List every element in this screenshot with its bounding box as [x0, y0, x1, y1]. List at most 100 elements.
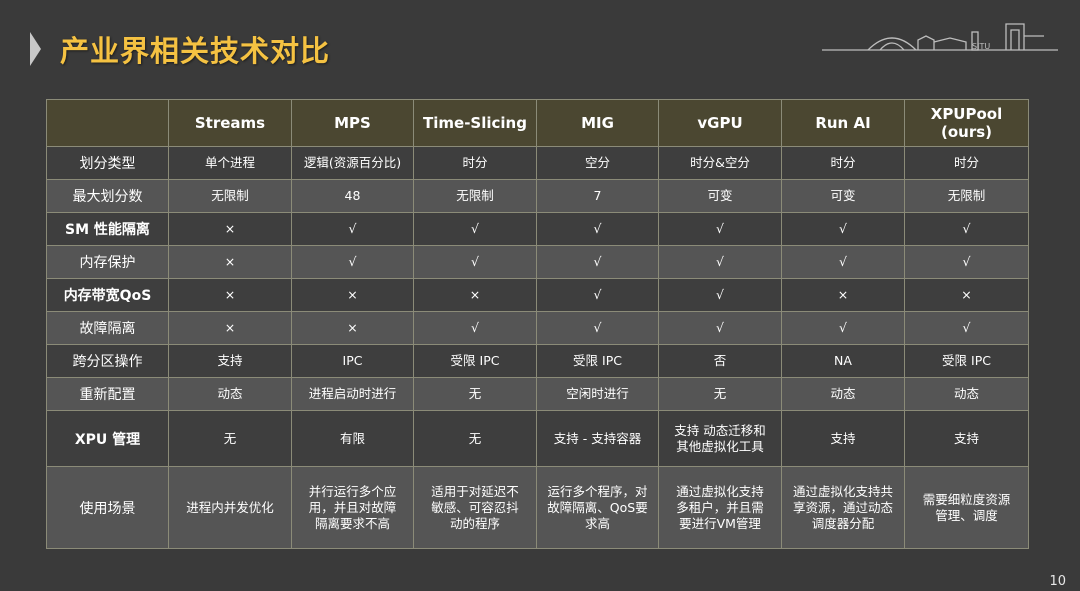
- table-cell: 支持: [168, 344, 292, 378]
- table-cell: ×: [781, 278, 905, 312]
- table-cell: ×: [168, 278, 292, 312]
- table-cell: 7: [536, 179, 659, 213]
- header-corner: [46, 99, 169, 147]
- row-label: SM 性能隔离: [46, 212, 169, 246]
- table-cell: √: [536, 278, 659, 312]
- table-cell: 可变: [781, 179, 905, 213]
- table-cell: ×: [168, 245, 292, 279]
- table-cell: 空分: [536, 146, 659, 180]
- table-cell: 通过虚拟化支持共享资源，通过动态调度器分配: [781, 466, 905, 549]
- header-run-ai: Run AI: [781, 99, 905, 147]
- table-row: 划分类型 单个进程 逻辑(资源百分比) 时分 空分 时分&空分 时分 时分: [46, 146, 1029, 180]
- table-cell: ×: [168, 212, 292, 246]
- table-row: 内存保护 × √ √ √ √ √ √: [46, 245, 1029, 279]
- table-cell: 时分: [781, 146, 905, 180]
- table-cell: 有限: [291, 410, 414, 467]
- header-mig: MIG: [536, 99, 659, 147]
- table-cell: √: [413, 311, 537, 345]
- table-cell: √: [413, 245, 537, 279]
- table-cell: 单个进程: [168, 146, 292, 180]
- table-cell-ours: 受限 IPC: [904, 344, 1029, 378]
- row-label: 跨分区操作: [46, 344, 169, 378]
- table-row: 故障隔离 × × √ √ √ √ √: [46, 311, 1029, 345]
- table-cell: 可变: [658, 179, 782, 213]
- row-label: 内存带宽QoS: [46, 278, 169, 312]
- table-cell-ours: ×: [904, 278, 1029, 312]
- table-cell: 受限 IPC: [413, 344, 537, 378]
- table-cell: √: [291, 245, 414, 279]
- row-label: XPU 管理: [46, 410, 169, 467]
- table-cell: 通过虚拟化支持多租户，并且需要进行VM管理: [658, 466, 782, 549]
- table-cell: 动态: [168, 377, 292, 411]
- header-time-slicing: Time-Slicing: [413, 99, 537, 147]
- table-cell: IPC: [291, 344, 414, 378]
- table-cell-ours: √: [904, 245, 1029, 279]
- header-vgpu: vGPU: [658, 99, 782, 147]
- row-label: 划分类型: [46, 146, 169, 180]
- table-cell-ours: 需要细粒度资源管理、调度: [904, 466, 1029, 549]
- table-cell: √: [291, 212, 414, 246]
- table-cell: √: [781, 212, 905, 246]
- table-cell: 受限 IPC: [536, 344, 659, 378]
- table-header-row: Streams MPS Time-Slicing MIG vGPU Run AI…: [46, 99, 1029, 147]
- table-cell: 并行运行多个应用，并且对故障隔离要求不高: [291, 466, 414, 549]
- table-cell: 时分: [413, 146, 537, 180]
- table-cell: ×: [168, 311, 292, 345]
- table-row: 内存带宽QoS × × × √ √ × ×: [46, 278, 1029, 312]
- table-cell: 适用于对延迟不敏感、可容忍抖动的程序: [413, 466, 537, 549]
- table-cell: 支持: [781, 410, 905, 467]
- row-label: 使用场景: [46, 466, 169, 549]
- table-cell: 运行多个程序，对故障隔离、QoS要求高: [536, 466, 659, 549]
- table-cell-ours: √: [904, 212, 1029, 246]
- table-row: SM 性能隔离 × √ √ √ √ √ √: [46, 212, 1029, 246]
- title-chevron-icon: [30, 32, 41, 66]
- table-row: XPU 管理 无 有限 无 支持 - 支持容器 支持 动态迁移和其他虚拟化工具 …: [46, 410, 1029, 467]
- table-cell: ×: [413, 278, 537, 312]
- row-label: 故障隔离: [46, 311, 169, 345]
- row-label: 最大划分数: [46, 179, 169, 213]
- table-cell-ours: 动态: [904, 377, 1029, 411]
- table-cell: 无: [413, 377, 537, 411]
- table-cell: 无限制: [413, 179, 537, 213]
- table-cell: √: [536, 311, 659, 345]
- header-mps: MPS: [291, 99, 414, 147]
- row-label: 重新配置: [46, 377, 169, 411]
- table-cell: NA: [781, 344, 905, 378]
- table-cell: 进程启动时进行: [291, 377, 414, 411]
- row-label: 内存保护: [46, 245, 169, 279]
- table-cell: √: [781, 311, 905, 345]
- table-cell-ours: √: [904, 311, 1029, 345]
- table-cell: 无: [658, 377, 782, 411]
- table-cell: √: [536, 245, 659, 279]
- table-cell: 支持 动态迁移和其他虚拟化工具: [658, 410, 782, 467]
- table-cell: ×: [291, 278, 414, 312]
- header-streams: Streams: [168, 99, 292, 147]
- table-cell: 支持 - 支持容器: [536, 410, 659, 467]
- table-cell: 进程内并发优化: [168, 466, 292, 549]
- svg-text:SJTU: SJTU: [972, 42, 990, 51]
- table-cell: 否: [658, 344, 782, 378]
- comparison-table: Streams MPS Time-Slicing MIG vGPU Run AI…: [46, 99, 1029, 549]
- table-cell-ours: 支持: [904, 410, 1029, 467]
- table-row: 跨分区操作 支持 IPC 受限 IPC 受限 IPC 否 NA 受限 IPC: [46, 344, 1029, 378]
- table-cell: √: [658, 245, 782, 279]
- page-number: 10: [1049, 574, 1066, 589]
- table-cell: √: [781, 245, 905, 279]
- header-xpupool: XPUPool (ours): [904, 99, 1029, 147]
- table-cell: 无限制: [168, 179, 292, 213]
- table-cell-ours: 时分: [904, 146, 1029, 180]
- page-title: 产业界相关技术对比: [60, 34, 331, 68]
- table-cell: 时分&空分: [658, 146, 782, 180]
- sjtu-logo: SJTU: [822, 23, 1058, 51]
- table-cell: 空闲时进行: [536, 377, 659, 411]
- table-cell: 动态: [781, 377, 905, 411]
- table-cell: 48: [291, 179, 414, 213]
- table-cell: √: [658, 311, 782, 345]
- table-cell-ours: 无限制: [904, 179, 1029, 213]
- table-cell: 逻辑(资源百分比): [291, 146, 414, 180]
- table-row: 重新配置 动态 进程启动时进行 无 空闲时进行 无 动态 动态: [46, 377, 1029, 411]
- table-cell: √: [413, 212, 537, 246]
- table-row: 最大划分数 无限制 48 无限制 7 可变 可变 无限制: [46, 179, 1029, 213]
- table-row: 使用场景 进程内并发优化 并行运行多个应用，并且对故障隔离要求不高 适用于对延迟…: [46, 466, 1029, 549]
- table-cell: √: [536, 212, 659, 246]
